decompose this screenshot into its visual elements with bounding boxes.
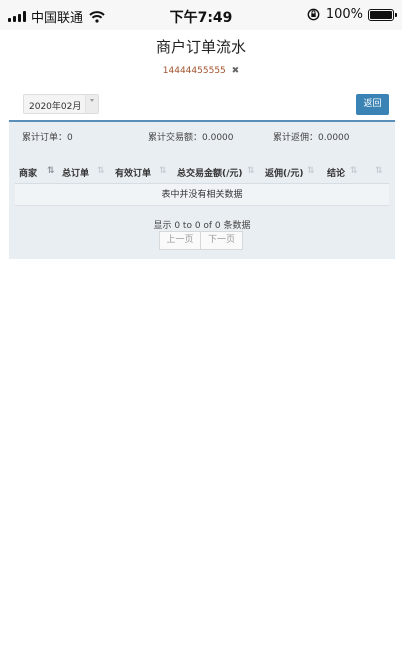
empty-table-message: 表中并没有相关数据 [15,184,389,206]
pagination-info: 显示 0 to 0 of 0 条数据 [153,221,251,231]
sort-icon[interactable]: ⇅ [159,166,166,176]
column-header-merchant[interactable]: 商家 [19,166,37,179]
column-header-total-orders[interactable]: 总订单 [62,166,89,179]
sort-icon[interactable]: ⇅ [247,166,254,176]
account-number: 14444455555 [162,66,226,76]
total-orders: 累计订单：0 [22,133,73,143]
column-header-commission[interactable]: 返佣(/元) [265,166,304,179]
chevron-down-icon[interactable] [85,95,98,113]
month-value: 2020年02月 [29,102,82,112]
battery-icon [368,8,397,21]
battery-level [370,10,392,19]
orders-table: 商家 ⇅ 总订单 ⇅ 有效订单 ⇅ 总交易金额(/元) ⇅ 返佣(/元) ⇅ 结… [15,160,389,206]
next-page-button[interactable]: 下一页 [201,231,243,250]
table-header: 商家 ⇅ 总订单 ⇅ 有效订单 ⇅ 总交易金额(/元) ⇅ 返佣(/元) ⇅ 结… [15,160,389,184]
orientation-lock-icon [307,8,320,21]
orders-panel: 累计订单：0 累计交易额：0.0000 累计返佣：0.0000 商家 ⇅ 总订单… [9,120,395,259]
battery-percent: 100% [325,7,363,22]
close-icon[interactable]: ✖ [232,66,240,76]
sort-icon[interactable]: ⇅ [375,166,382,176]
column-header-valid-orders[interactable]: 有效订单 [115,166,151,179]
pagination: 上一页 下一页 [159,231,243,250]
sort-icon[interactable]: ⇅ [350,166,357,176]
status-bar: 中国联通 下午7:49 100% [0,0,402,30]
status-right: 100% [307,7,397,22]
total-amount: 累计交易额：0.0000 [148,133,234,143]
account-tag: 14444455555 ✖ [0,66,402,76]
column-header-conclusion[interactable]: 结论 [327,166,345,179]
page-title: 商户订单流水 [155,38,246,56]
sort-icon[interactable]: ⇅ [47,166,54,176]
sort-icon[interactable]: ⇅ [97,166,104,176]
prev-page-button[interactable]: 上一页 [159,231,201,250]
column-header-total-amount[interactable]: 总交易金额(/元) [177,166,243,179]
sort-icon[interactable]: ⇅ [307,166,314,176]
total-commission: 累计返佣：0.0000 [273,133,350,143]
month-select[interactable]: 2020年02月 [23,94,99,114]
back-button[interactable]: 返回 [356,94,389,115]
